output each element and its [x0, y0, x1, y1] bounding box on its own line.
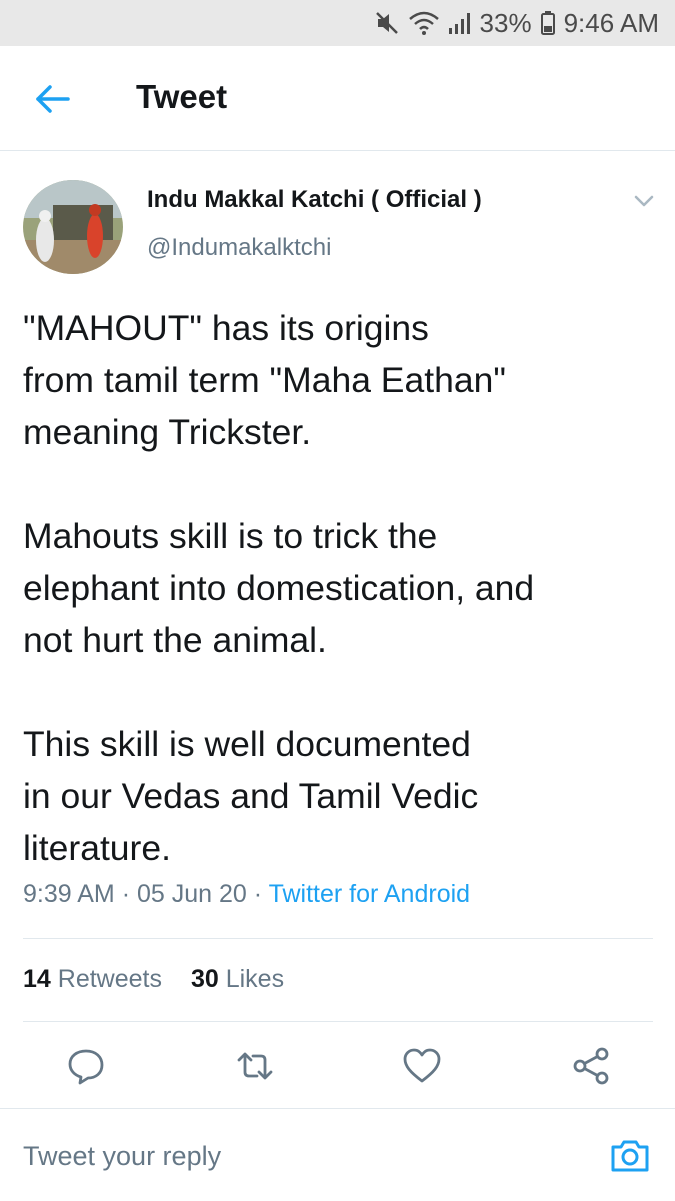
- tweet-text: "MAHOUT" has its origins from tamil term…: [23, 302, 653, 926]
- share-icon[interactable]: [571, 1046, 611, 1086]
- mute-icon: [374, 10, 400, 36]
- reply-icon[interactable]: [66, 1046, 106, 1086]
- status-time: 9:46 AM: [563, 7, 659, 38]
- tweet-time: 9:39 AM: [23, 880, 115, 908]
- tweet-paragraph: This skill is well documented in our Ved…: [23, 724, 479, 868]
- tweet-meta: 9:39 AM · 05 Jun 20 · Twitter for Androi…: [23, 880, 470, 909]
- likes-count: 30: [190, 965, 219, 993]
- chevron-down-icon[interactable]: [630, 190, 658, 212]
- retweets-label: Retweets: [57, 965, 162, 993]
- meta-separator: ·: [253, 880, 263, 908]
- status-bar: 33% 9:46 AM: [0, 0, 675, 46]
- like-icon[interactable]: [402, 1046, 442, 1086]
- wifi-icon: [408, 10, 440, 36]
- retweet-icon[interactable]: [235, 1046, 275, 1086]
- page-title: Tweet: [136, 78, 228, 115]
- tweet-paragraph: "MAHOUT" has its origins from tamil term…: [23, 308, 506, 452]
- reply-input[interactable]: Tweet your reply: [23, 1141, 221, 1172]
- retweets-count: 14: [23, 965, 51, 993]
- app-bar: Tweet: [0, 46, 675, 151]
- tweet-paragraph: Mahouts skill is to trick the elephant i…: [23, 516, 535, 660]
- divider: [23, 1021, 653, 1022]
- likes-stat[interactable]: 30 Likes: [191, 965, 284, 993]
- status-bar-right: 33% 9:46 AM: [374, 0, 659, 46]
- tweet-stats: 14 Retweets 30 Likes: [23, 965, 306, 994]
- meta-separator: ·: [121, 880, 131, 908]
- avatar[interactable]: [23, 180, 123, 274]
- likes-label: Likes: [225, 965, 285, 993]
- author-name[interactable]: Indu Makkal Katchi ( Official ): [147, 186, 482, 214]
- battery-percent: 33%: [479, 7, 532, 38]
- back-arrow-icon[interactable]: [30, 76, 76, 122]
- tweet-date: 05 Jun 20: [136, 880, 247, 908]
- divider: [23, 938, 653, 939]
- battery-icon: [540, 10, 556, 36]
- reply-bar: Tweet your reply: [0, 1108, 675, 1201]
- tweet-source-link[interactable]: Twitter for Android: [269, 880, 470, 908]
- retweets-stat[interactable]: 14 Retweets: [23, 965, 162, 993]
- author-handle[interactable]: @Indumakalktchi: [147, 234, 331, 262]
- signal-icon: [448, 10, 472, 36]
- camera-icon[interactable]: [609, 1135, 651, 1177]
